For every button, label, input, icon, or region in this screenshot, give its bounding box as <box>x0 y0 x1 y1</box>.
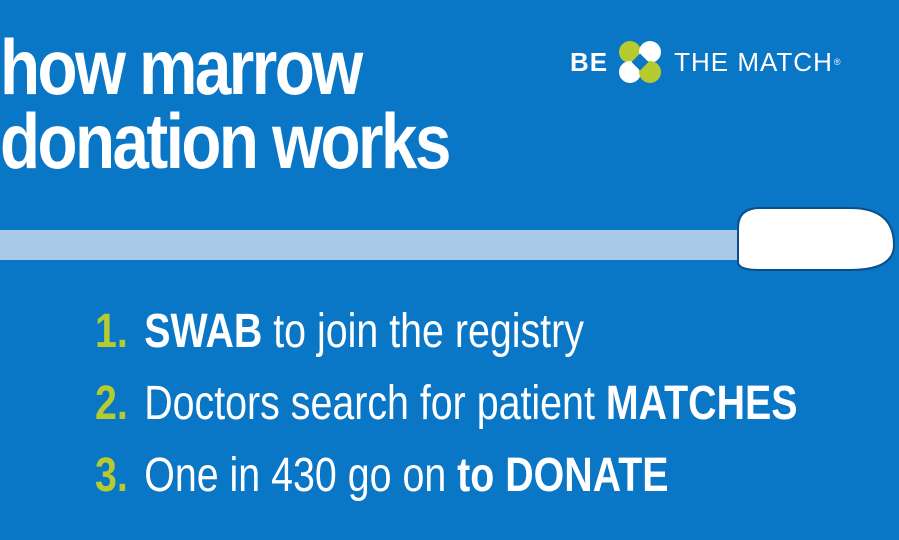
step-number: 3. <box>95 449 128 502</box>
headline: how marrow donation works <box>0 23 451 185</box>
registered-mark: ® <box>833 57 841 67</box>
step-text-pre: One in 430 go on <box>144 449 458 502</box>
cotton-swab-icon <box>0 207 896 271</box>
headline-line-1: how marrow <box>0 23 363 111</box>
steps-list: 1. SWAB to join the registry 2. Doctors se… <box>95 296 899 512</box>
step-1: 1. SWAB to join the registry <box>95 296 798 368</box>
step-text-post: to join the registry <box>262 305 584 358</box>
four-petal-match-logo-icon <box>619 41 662 83</box>
step-text-bold: to DONATE <box>457 449 669 502</box>
step-3: 3. One in 430 go on to DONATE <box>95 440 798 512</box>
step-2: 2. Doctors search for patient MATCHES <box>95 368 798 440</box>
logo-be-text: BE <box>570 46 609 77</box>
headline-line-2: donation works <box>0 97 451 185</box>
step-text-pre: Doctors search for patient <box>144 377 606 430</box>
step-number: 1. <box>95 305 128 358</box>
step-number: 2. <box>95 377 128 430</box>
logo-the-match-text: THE MATCH <box>674 46 833 77</box>
step-text-bold: SWAB <box>144 305 263 358</box>
step-text-bold: MATCHES <box>605 377 798 430</box>
be-the-match-logo: BE THE MATCH ® <box>570 36 841 88</box>
